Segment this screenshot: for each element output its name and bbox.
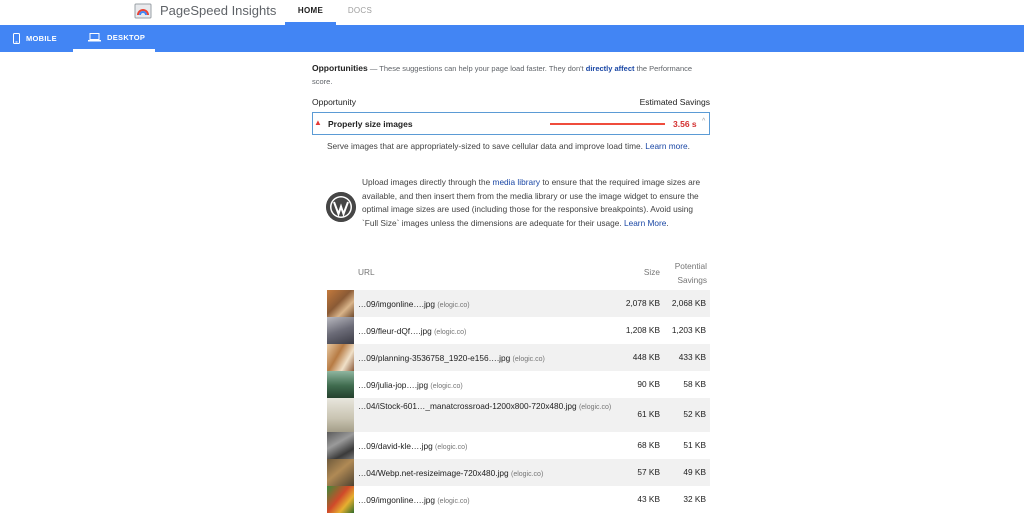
table-header: URL Size Potential Savings: [327, 259, 710, 290]
row-url[interactable]: …09/imgonline….jpg (elogic.co): [358, 494, 618, 508]
row-savings: 1,203 KB: [671, 325, 706, 335]
laptop-icon: [88, 32, 101, 41]
wordpress-logo-icon: [326, 192, 356, 222]
row-url[interactable]: …09/david-kle….jpg (elogic.co): [358, 440, 618, 454]
audit-title: Properly size images: [328, 119, 413, 129]
details-table: URL Size Potential Savings …09/imgonline…: [327, 259, 710, 513]
row-size: 57 KB: [637, 467, 660, 477]
tab-desktop[interactable]: DESKTOP: [73, 25, 155, 52]
table-row[interactable]: …09/imgonline….jpg (elogic.co) 43 KB 32 …: [327, 486, 710, 513]
top-header: PageSpeed Insights HOME DOCS: [0, 0, 1024, 25]
image-thumbnail: [327, 317, 354, 344]
opportunities-subtitle-pre: These suggestions can help your page loa…: [379, 64, 584, 73]
device-tab-bar: MOBILE DESKTOP: [0, 25, 1024, 52]
row-savings: 32 KB: [683, 494, 706, 504]
col-estimated-savings: Estimated Savings: [639, 97, 710, 107]
nav-docs-tab[interactable]: DOCS: [338, 0, 382, 25]
table-row[interactable]: …09/planning-3536758_1920-e156….jpg (elo…: [327, 344, 710, 371]
learn-more-link[interactable]: Learn more: [645, 141, 687, 151]
row-url[interactable]: …09/planning-3536758_1920-e156….jpg (elo…: [358, 352, 618, 366]
brand-title[interactable]: PageSpeed Insights: [160, 3, 276, 18]
tab-mobile-label: MOBILE: [26, 34, 57, 43]
wp-learn-more-link[interactable]: Learn More: [624, 218, 666, 228]
row-url[interactable]: …09/fleur-dQf….jpg (elogic.co): [358, 325, 618, 339]
image-thumbnail: [327, 459, 354, 486]
audit-description-end: .: [687, 141, 690, 151]
row-savings: 49 KB: [683, 467, 706, 477]
table-row[interactable]: …09/fleur-dQf….jpg (elogic.co) 1,208 KB …: [327, 317, 710, 344]
row-savings: 51 KB: [683, 440, 706, 450]
opportunities-title: Opportunities: [312, 63, 368, 73]
row-url[interactable]: …04/iStock-601…_manatcrossroad-1200x800-…: [358, 400, 618, 414]
row-url[interactable]: …04/Webp.net-resizeimage-720x480.jpg (el…: [358, 467, 618, 481]
row-size: 2,078 KB: [625, 298, 660, 308]
opportunities-header: Opportunities — These suggestions can he…: [312, 62, 710, 88]
table-row[interactable]: …04/Webp.net-resizeimage-720x480.jpg (el…: [327, 459, 710, 486]
th-size: Size: [643, 267, 660, 277]
row-size: 90 KB: [637, 379, 660, 389]
row-url[interactable]: …09/imgonline….jpg (elogic.co): [358, 298, 618, 312]
column-headers: Opportunity Estimated Savings: [312, 97, 710, 107]
wp-advice-text-3: .: [666, 217, 669, 228]
directly-affect-link[interactable]: directly affect: [586, 64, 635, 73]
row-savings: 58 KB: [683, 379, 706, 389]
wp-advice-text-1: Upload images directly through the: [362, 177, 491, 187]
tab-mobile[interactable]: MOBILE: [13, 25, 57, 52]
row-size: 61 KB: [637, 409, 660, 419]
smartphone-icon: [13, 33, 20, 44]
row-size: 68 KB: [637, 440, 660, 450]
row-savings: 433 KB: [678, 352, 706, 362]
fail-triangle-icon: ▲: [314, 118, 322, 127]
th-potential: Potential: [674, 261, 707, 271]
tab-desktop-label: DESKTOP: [107, 32, 146, 42]
media-library-link[interactable]: media library: [493, 177, 541, 187]
audit-savings-value: 3.56 s: [673, 119, 697, 129]
table-row[interactable]: …09/julia-jop….jpg (elogic.co) 90 KB 58 …: [327, 371, 710, 398]
audit-description: Serve images that are appropriately-size…: [327, 140, 699, 153]
row-savings: 2,068 KB: [671, 298, 706, 308]
row-size: 1,208 KB: [625, 325, 660, 335]
image-thumbnail: [327, 486, 354, 513]
col-opportunity: Opportunity: [312, 97, 356, 107]
audit-description-text: Serve images that are appropriately-size…: [327, 141, 643, 151]
row-size: 43 KB: [637, 494, 660, 504]
th-potential-savings: Potential Savings: [675, 260, 707, 287]
table-row[interactable]: …09/imgonline….jpg (elogic.co) 2,078 KB …: [327, 290, 710, 317]
image-thumbnail: [327, 290, 354, 317]
row-size: 448 KB: [632, 352, 660, 362]
opportunities-dash: —: [369, 64, 378, 73]
th-savings: Savings: [677, 274, 707, 285]
table-row[interactable]: …09/david-kle….jpg (elogic.co) 68 KB 51 …: [327, 432, 710, 459]
audit-properly-size-images[interactable]: ▲ Properly size images 3.56 s ^: [312, 112, 710, 135]
image-thumbnail: [327, 432, 354, 459]
pagespeed-logo-icon: [134, 3, 152, 19]
nav-home-tab[interactable]: HOME: [285, 0, 336, 25]
th-url: URL: [358, 267, 375, 277]
table-row[interactable]: …04/iStock-601…_manatcrossroad-1200x800-…: [327, 398, 710, 432]
row-url[interactable]: …09/julia-jop….jpg (elogic.co): [358, 379, 618, 393]
savings-bar: [550, 123, 665, 125]
image-thumbnail: [327, 398, 354, 432]
chevron-up-icon[interactable]: ^: [702, 118, 705, 125]
row-savings: 52 KB: [683, 409, 706, 419]
wordpress-advice: Upload images directly through the media…: [362, 176, 707, 230]
image-thumbnail: [327, 344, 354, 371]
image-thumbnail: [327, 371, 354, 398]
